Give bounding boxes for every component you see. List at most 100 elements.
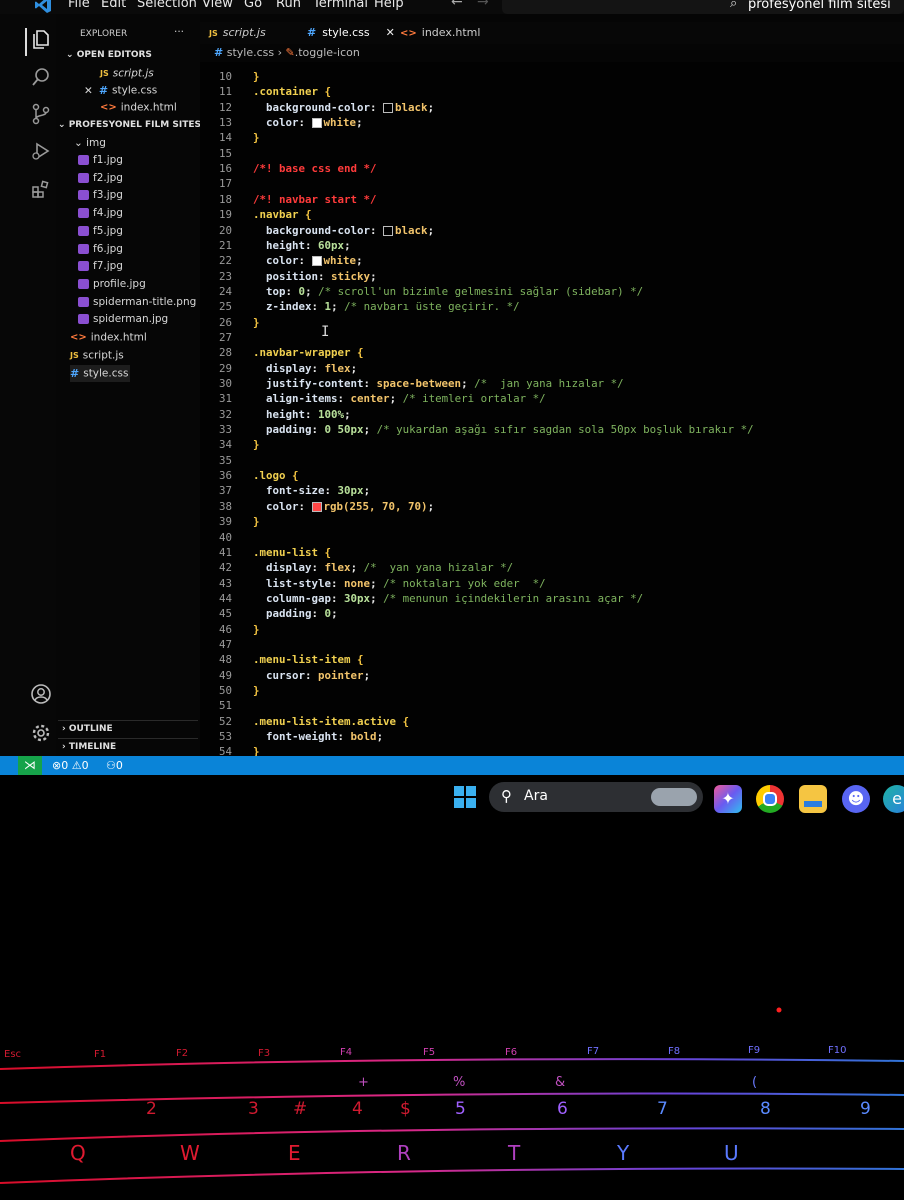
remote-indicator-icon[interactable]: ⋊ <box>18 756 42 775</box>
code-line[interactable]: } <box>253 70 260 83</box>
folder-img[interactable]: ⌄ img <box>74 135 106 152</box>
image-file-item[interactable]: f2.jpg <box>78 170 123 187</box>
tab-style-css[interactable]: # style.css ✕ <box>307 22 395 44</box>
tab-index-html[interactable]: <> index.html <box>400 22 480 44</box>
code-line[interactable]: .menu-list-item { <box>253 653 364 666</box>
code-line[interactable]: .menu-list { <box>253 546 331 559</box>
code-line[interactable]: z-index: 1; /* navbarı üste geçirir. */ <box>253 300 520 313</box>
command-center-search[interactable]: ⌕ profesyonel film sitesi <box>502 0 904 14</box>
discord-icon[interactable]: ☻ <box>842 785 870 813</box>
code-line[interactable]: } <box>253 515 260 528</box>
tab-script-js[interactable]: JS script.js <box>209 22 266 44</box>
code-line[interactable]: /*! navbar start */ <box>253 193 377 206</box>
open-editor-item[interactable]: <> index.html <box>100 99 177 116</box>
code-line[interactable]: justify-content: space-between; /* jan y… <box>253 377 624 390</box>
code-line[interactable]: } <box>253 131 260 144</box>
image-file-item[interactable]: f7.jpg <box>78 258 123 275</box>
image-file-item[interactable]: f5.jpg <box>78 223 123 240</box>
file-script-js[interactable]: JS script.js <box>70 347 124 364</box>
code-line[interactable]: } <box>253 745 260 756</box>
image-file-item[interactable]: spiderman-title.png <box>78 294 196 311</box>
image-file-item[interactable]: f1.jpg <box>78 152 123 169</box>
file-explorer-icon[interactable] <box>799 785 827 813</box>
close-icon[interactable]: ✕ <box>386 26 395 39</box>
problems-status[interactable]: ⊗0 ⚠0 <box>52 756 89 775</box>
code-line[interactable]: } <box>253 684 260 697</box>
code-line[interactable]: color: rgb(255, 70, 70); <box>253 500 434 513</box>
project-section[interactable]: ⌄ PROFESYONEL FILM SITESI <box>58 117 204 134</box>
menu-view[interactable]: View <box>202 0 233 11</box>
line-number: 19 <box>218 208 232 222</box>
project-title: PROFESYONEL FILM SITESI <box>68 120 205 130</box>
taskbar-search[interactable]: ⚲ Ara <box>489 782 703 812</box>
edge-icon[interactable]: e <box>883 785 904 813</box>
code-line[interactable]: color: white; <box>253 254 363 267</box>
chrome-icon[interactable] <box>756 785 784 813</box>
code-line[interactable]: .container { <box>253 85 331 98</box>
file-style-css-selected[interactable]: # style.css <box>70 365 131 382</box>
code-line[interactable]: } <box>253 623 260 636</box>
code-line[interactable]: .menu-list-item.active { <box>253 715 409 728</box>
menu-selection[interactable]: Selection <box>137 0 197 11</box>
code-line[interactable]: cursor: pointer; <box>253 669 370 682</box>
menu-help[interactable]: Help <box>374 0 404 11</box>
code-line[interactable]: height: 60px; <box>253 239 351 252</box>
menu-terminal[interactable]: Terminal <box>313 0 368 11</box>
outline-section[interactable]: › OUTLINE <box>62 721 113 738</box>
close-icon[interactable]: ✕ <box>84 85 93 97</box>
image-file-item[interactable]: f4.jpg <box>78 205 123 222</box>
image-file-item[interactable]: spiderman.jpg <box>78 311 168 328</box>
settings-gear-icon[interactable] <box>27 722 55 750</box>
menu-run[interactable]: Run <box>276 0 301 11</box>
code-line[interactable]: color: white; <box>253 116 363 129</box>
code-line[interactable]: .navbar-wrapper { <box>253 346 364 359</box>
menu-go[interactable]: Go <box>244 0 262 11</box>
code-line[interactable]: /*! base css end */ <box>253 162 377 175</box>
menu-file[interactable]: File <box>68 0 90 11</box>
image-file-item[interactable]: profile.jpg <box>78 276 146 293</box>
code-line[interactable]: background-color: black; <box>253 224 434 237</box>
file-index-html[interactable]: <> index.html <box>70 329 147 346</box>
code-line[interactable]: top: 0; /* scroll'un bizimle gelmesini s… <box>253 285 643 298</box>
image-file-item[interactable]: f3.jpg <box>78 187 123 204</box>
breadcrumb-symbol[interactable]: .toggle-icon <box>295 46 360 59</box>
extensions-icon[interactable] <box>27 178 55 206</box>
windows-start-icon[interactable] <box>451 785 479 813</box>
code-line[interactable]: padding: 0; <box>253 607 338 620</box>
breadcrumb-file[interactable]: style.css <box>227 46 274 59</box>
code-line[interactable]: .navbar { <box>253 208 312 221</box>
account-icon[interactable] <box>27 683 55 711</box>
code-line[interactable]: display: flex; <box>253 362 357 375</box>
code-line[interactable]: align-items: center; /* itemleri ortalar… <box>253 392 546 405</box>
code-line[interactable]: background-color: black; <box>253 101 434 114</box>
explorer-icon[interactable] <box>25 28 55 56</box>
code-line[interactable]: font-size: 30px; <box>253 484 370 497</box>
open-editors-title: OPEN EDITORS <box>76 50 152 60</box>
code-line[interactable]: .logo { <box>253 469 299 482</box>
image-file-item[interactable]: f6.jpg <box>78 241 123 258</box>
code-line[interactable]: } <box>253 316 260 329</box>
tab-label: style.css <box>322 26 370 39</box>
run-debug-icon[interactable] <box>27 140 55 168</box>
forward-arrow-icon[interactable]: → <box>477 0 489 10</box>
back-arrow-icon[interactable]: ← <box>451 0 463 10</box>
code-line[interactable]: } <box>253 438 260 451</box>
code-line[interactable]: column-gap: 30px; /* menunun içindekiler… <box>253 592 643 605</box>
ports-status[interactable]: ⚇0 <box>106 756 123 775</box>
search-icon[interactable] <box>27 66 55 94</box>
code-line[interactable]: padding: 0 50px; /* yukardan aşağı sıfır… <box>253 423 754 436</box>
open-editors-section[interactable]: ⌄ OPEN EDITORS <box>66 47 152 64</box>
code-editor[interactable]: 10} 11 .container {12 background-color: bl… <box>200 62 904 756</box>
menu-edit[interactable]: Edit <box>101 0 126 11</box>
code-line[interactable]: position: sticky; <box>253 270 377 283</box>
code-line[interactable]: display: flex; /* yan yana hizalar */ <box>253 561 513 574</box>
copilot-icon[interactable]: ✦ <box>714 785 742 813</box>
source-control-icon[interactable] <box>27 103 55 131</box>
open-editor-item[interactable]: JS script.js <box>100 65 154 82</box>
code-line[interactable]: font-weight: bold; <box>253 730 383 743</box>
more-actions-icon[interactable]: ··· <box>174 24 184 41</box>
timeline-section[interactable]: › TIMELINE <box>62 739 116 756</box>
open-editor-item-active[interactable]: ✕ # style.css <box>84 82 157 99</box>
code-line[interactable]: height: 100%; <box>253 408 351 421</box>
code-line[interactable]: list-style: none; /* noktaları yok eder … <box>253 577 546 590</box>
